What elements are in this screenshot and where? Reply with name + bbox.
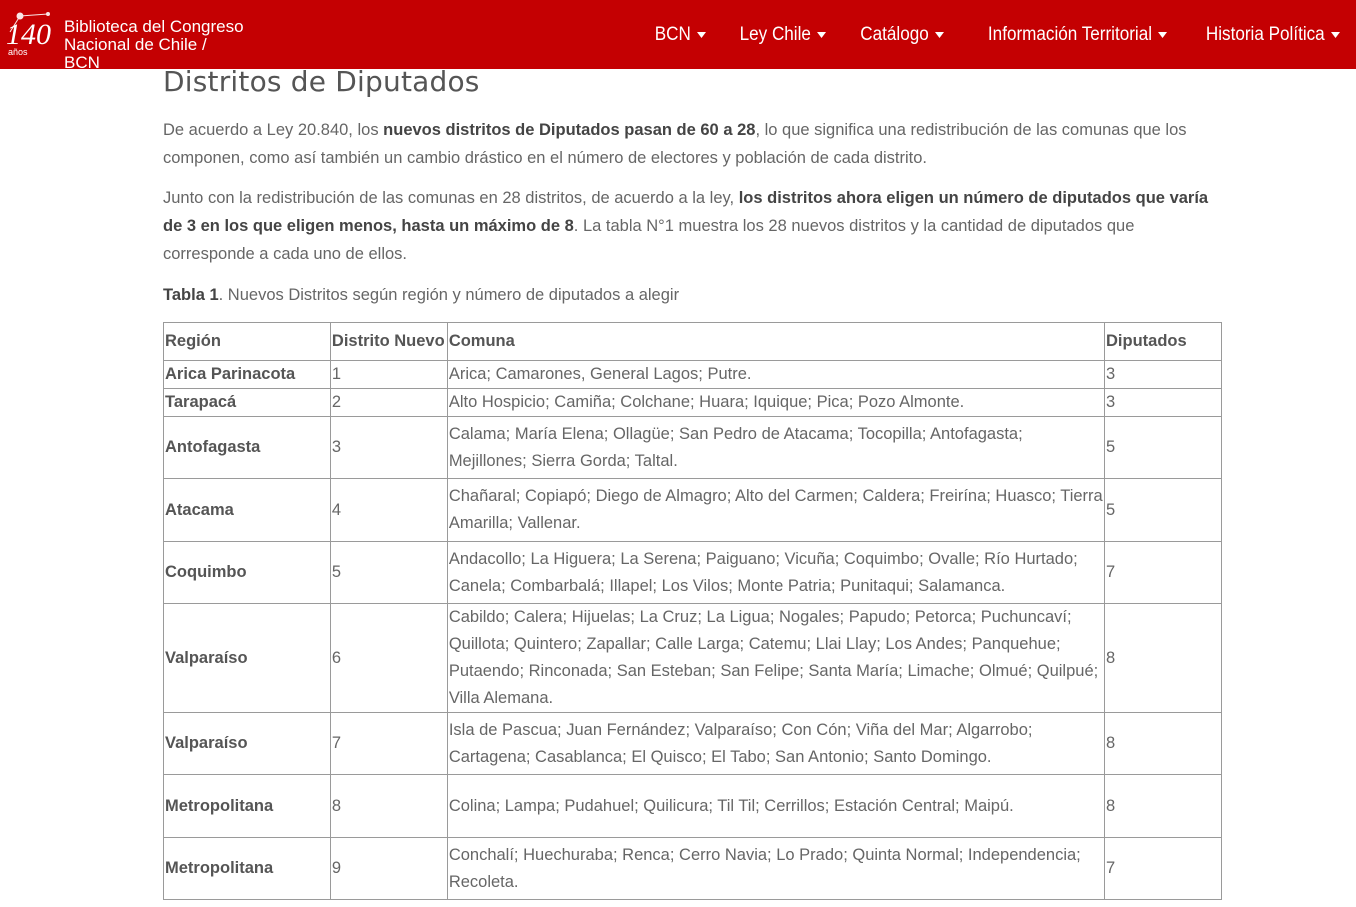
p1-text-a: De acuerdo a Ley 20.840, los	[163, 121, 384, 139]
table-row: Coquimbo 5 Andacollo; La Higuera; La Ser…	[163, 541, 1222, 604]
cell-region: Coquimbo	[163, 541, 331, 604]
intro-paragraph: De acuerdo a Ley 20.840, los nuevos dist…	[163, 116, 1223, 172]
second-paragraph: Junto con la redistribución de las comun…	[163, 184, 1223, 268]
cell-distrito: 7	[329, 712, 448, 775]
cell-region: Arica Parinacota	[163, 360, 331, 389]
nav-item-bcn[interactable]: BCN	[654, 23, 707, 46]
cell-diputados: 8	[1104, 712, 1222, 775]
logo-sub: años	[8, 47, 28, 57]
table-caption: Tabla 1. Nuevos Distritos según región y…	[163, 281, 1223, 309]
nav-label: Catálogo	[859, 23, 929, 45]
main-content: Distritos de Diputados De acuerdo a Ley …	[163, 62, 1223, 900]
caret-down-icon	[934, 31, 944, 38]
cell-distrito: 9	[329, 837, 448, 900]
cell-comuna: Calama; María Elena; Ollagüe; San Pedro …	[446, 416, 1106, 479]
nav-label: Información Territorial	[987, 23, 1152, 45]
bcn-logo[interactable]: 140 años Biblioteca del Congreso Naciona…	[4, 8, 244, 72]
cell-distrito: 1	[329, 360, 448, 389]
cell-comuna: Colina; Lampa; Pudahuel; Quilicura; Til …	[446, 774, 1106, 838]
cell-distrito: 6	[329, 603, 448, 713]
caret-down-icon	[1331, 31, 1340, 38]
cell-diputados: 3	[1104, 388, 1222, 417]
districts-table: Región Distrito Nuevo Comuna Diputados A…	[163, 322, 1222, 900]
bcn-140-logo-icon: 140 años	[6, 12, 51, 57]
table-header-row: Región Distrito Nuevo Comuna Diputados	[163, 322, 1222, 361]
table-row: Tarapacá 2 Alto Hospicio; Camiña; Colcha…	[163, 388, 1222, 417]
table-row: Metropolitana 8 Colina; Lampa; Pudahuel;…	[163, 774, 1222, 838]
caption-label: Tabla 1	[163, 286, 219, 304]
cell-region: Antofagasta	[163, 416, 331, 479]
cell-distrito: 5	[329, 541, 448, 604]
cell-distrito: 2	[329, 388, 448, 417]
table-row: Valparaíso 7 Isla de Pascua; Juan Fernán…	[163, 712, 1222, 775]
nav-item-catalogo[interactable]: Catálogo	[860, 24, 944, 46]
nav-item-informacion-territorial[interactable]: Información Territorial	[988, 24, 1167, 46]
table-row: Atacama 4 Chañaral; Copiapó; Diego de Al…	[163, 478, 1222, 542]
cell-region: Atacama	[163, 478, 331, 542]
p1-text-bold: nuevos distritos de Diputados pasan de 6…	[383, 121, 756, 139]
cell-region: Valparaíso	[163, 712, 331, 775]
nav-label: Historia Política	[1205, 23, 1325, 45]
cell-diputados: 5	[1104, 416, 1222, 479]
nav-item-historia-politica[interactable]: Historia Política	[1206, 24, 1340, 46]
header-comuna: Comuna	[446, 322, 1106, 361]
p2-text-a: Junto con la redistribución de las comun…	[163, 189, 739, 207]
cell-region: Metropolitana	[163, 774, 331, 838]
header-distrito: Distrito Nuevo	[329, 322, 448, 361]
cell-diputados: 5	[1104, 478, 1222, 542]
table-body: Arica Parinacota 1 Arica; Camarones, Gen…	[163, 360, 1222, 900]
cell-distrito: 3	[329, 416, 448, 479]
cell-diputados: 3	[1104, 360, 1222, 389]
cell-region: Metropolitana	[163, 837, 331, 900]
header-diputados: Diputados	[1104, 322, 1222, 361]
header-region: Región	[163, 322, 331, 361]
cell-comuna: Chañaral; Copiapó; Diego de Almagro; Alt…	[446, 478, 1106, 542]
cell-diputados: 7	[1104, 837, 1222, 900]
caret-down-icon	[1158, 31, 1167, 38]
cell-region: Valparaíso	[163, 603, 331, 713]
cell-comuna: Cabildo; Calera; Hijuelas; La Cruz; La L…	[446, 603, 1106, 713]
cell-diputados: 8	[1104, 603, 1222, 713]
page-title: Distritos de Diputados	[163, 65, 480, 98]
main-nav: BCN Ley Chile Catálogo Información Terri…	[649, 0, 1340, 69]
cell-comuna: Isla de Pascua; Juan Fernández; Valparaí…	[446, 712, 1106, 775]
caption-text: . Nuevos Distritos según región y número…	[218, 286, 680, 304]
table-row: Metropolitana 9 Conchalí; Huechuraba; Re…	[163, 837, 1222, 900]
cell-comuna: Conchalí; Huechuraba; Renca; Cerro Navia…	[446, 837, 1106, 900]
top-navigation-bar: 140 años Biblioteca del Congreso Naciona…	[0, 0, 1356, 72]
cell-diputados: 7	[1104, 541, 1222, 604]
cell-region: Tarapacá	[163, 388, 331, 417]
cell-comuna: Arica; Camarones, General Lagos; Putre.	[446, 360, 1106, 389]
nav-label: Ley Chile	[740, 23, 812, 45]
caret-down-icon	[817, 31, 827, 38]
table-row: Antofagasta 3 Calama; María Elena; Ollag…	[163, 416, 1222, 479]
nav-item-ley-chile[interactable]: Ley Chile	[740, 24, 827, 46]
nav-label: BCN	[654, 23, 692, 45]
table-row: Arica Parinacota 1 Arica; Camarones, Gen…	[163, 360, 1222, 389]
cell-comuna: Alto Hospicio; Camiña; Colchane; Huara; …	[446, 388, 1106, 417]
logo-line-1: Biblioteca del Congreso	[64, 17, 244, 36]
cell-diputados: 8	[1104, 774, 1222, 838]
table-row: Valparaíso 6 Cabildo; Calera; Hijuelas; …	[163, 603, 1222, 713]
cell-comuna: Andacollo; La Higuera; La Serena; Paigua…	[446, 541, 1106, 604]
cell-distrito: 8	[329, 774, 448, 838]
caret-down-icon	[697, 31, 707, 38]
cell-distrito: 4	[329, 478, 448, 542]
